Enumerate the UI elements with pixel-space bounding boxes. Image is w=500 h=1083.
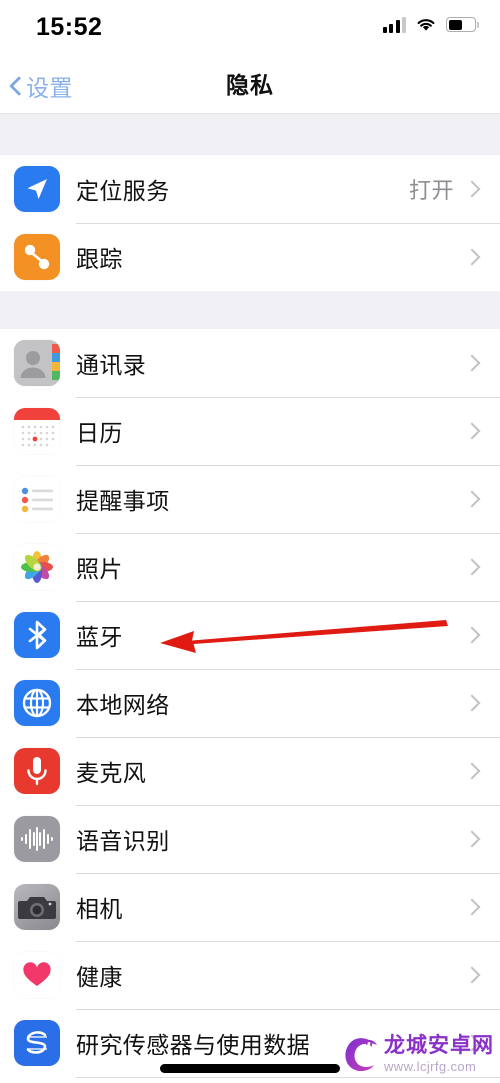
chevron-right-icon bbox=[466, 900, 480, 914]
settings-row-label: 麦克风 bbox=[76, 760, 147, 786]
settings-list[interactable]: 定位服务 打开 跟踪 通讯录 日历 提醒事项 照片 蓝牙 本地网络 麦克风 语音… bbox=[0, 114, 500, 1083]
navigation-bar: 设置 隐私 bbox=[0, 58, 500, 114]
tracking-icon bbox=[14, 234, 60, 280]
chevron-right-icon bbox=[466, 560, 480, 574]
chevron-right-icon bbox=[466, 832, 480, 846]
status-bar-indicators bbox=[382, 16, 479, 33]
photos-icon bbox=[14, 544, 60, 590]
chevron-right-icon bbox=[466, 182, 480, 196]
section-gap-middle bbox=[0, 291, 500, 329]
settings-row-photos[interactable]: 照片 bbox=[0, 533, 500, 601]
page-title: 隐私 bbox=[226, 72, 274, 98]
chevron-right-icon bbox=[466, 1036, 480, 1050]
settings-row-health[interactable]: 健康 bbox=[0, 941, 500, 1009]
settings-row-value: 打开 bbox=[408, 178, 454, 203]
settings-row-microphone[interactable]: 麦克风 bbox=[0, 737, 500, 805]
chevron-right-icon bbox=[466, 492, 480, 506]
settings-row-label: 研究传感器与使用数据 bbox=[76, 1032, 310, 1058]
reminders-icon bbox=[14, 476, 60, 522]
section-gap-top bbox=[0, 114, 500, 155]
globe-icon bbox=[14, 680, 60, 726]
settings-row-reminders[interactable]: 提醒事项 bbox=[0, 465, 500, 533]
settings-row-label: 本地网络 bbox=[76, 692, 170, 718]
iphone-screen: 15:52 设置 隐私 定位服务 打开 跟踪 通讯录 日历 提醒事项 照片 蓝牙… bbox=[0, 0, 500, 1083]
settings-row-label: 日历 bbox=[76, 420, 123, 446]
settings-row-camera[interactable]: 相机 bbox=[0, 873, 500, 941]
settings-row-label: 通讯录 bbox=[76, 352, 147, 378]
chevron-right-icon bbox=[466, 696, 480, 710]
settings-row-location-services[interactable]: 定位服务 打开 bbox=[0, 155, 500, 223]
settings-row-label: 定位服务 bbox=[76, 178, 170, 204]
chevron-right-icon bbox=[466, 968, 480, 982]
chevron-right-icon bbox=[466, 424, 480, 438]
bluetooth-icon bbox=[14, 612, 60, 658]
settings-row-label: 提醒事项 bbox=[76, 488, 170, 514]
group-app-permissions: 通讯录 日历 提醒事项 照片 蓝牙 本地网络 麦克风 语音识别 相机 健康 研究… bbox=[0, 329, 500, 1083]
settings-row-homekit[interactable]: HomeKit bbox=[0, 1077, 500, 1083]
status-bar: 15:52 bbox=[0, 0, 500, 58]
chevron-right-icon bbox=[466, 250, 480, 264]
contacts-icon bbox=[14, 340, 60, 386]
location-arrow-icon bbox=[14, 166, 60, 212]
cellular-signal-icon bbox=[382, 16, 406, 33]
settings-row-local-network[interactable]: 本地网络 bbox=[0, 669, 500, 737]
settings-row-contacts[interactable]: 通讯录 bbox=[0, 329, 500, 397]
settings-row-label: 语音识别 bbox=[76, 828, 170, 854]
battery-icon bbox=[446, 17, 479, 32]
settings-row-label: 健康 bbox=[76, 964, 123, 990]
settings-row-calendar[interactable]: 日历 bbox=[0, 397, 500, 465]
home-indicator-bar bbox=[160, 1064, 340, 1073]
settings-row-label: 跟踪 bbox=[76, 246, 123, 272]
settings-row-label: 照片 bbox=[76, 556, 123, 582]
microphone-icon bbox=[14, 748, 60, 794]
heart-icon bbox=[14, 952, 60, 998]
wifi-icon bbox=[415, 16, 437, 33]
calendar-icon bbox=[14, 408, 60, 454]
settings-row-speech-recognition[interactable]: 语音识别 bbox=[0, 805, 500, 873]
chevron-right-icon bbox=[466, 628, 480, 642]
settings-row-label: 相机 bbox=[76, 896, 123, 922]
research-sensor-icon bbox=[14, 1020, 60, 1066]
settings-row-label: 蓝牙 bbox=[76, 624, 123, 650]
settings-row-bluetooth[interactable]: 蓝牙 bbox=[0, 601, 500, 669]
settings-row-tracking[interactable]: 跟踪 bbox=[0, 223, 500, 291]
group-location: 定位服务 打开 跟踪 bbox=[0, 155, 500, 291]
waveform-icon bbox=[14, 816, 60, 862]
chevron-right-icon bbox=[466, 764, 480, 778]
status-bar-time: 15:52 bbox=[36, 13, 103, 41]
chevron-right-icon bbox=[466, 356, 480, 370]
camera-icon bbox=[14, 884, 60, 930]
